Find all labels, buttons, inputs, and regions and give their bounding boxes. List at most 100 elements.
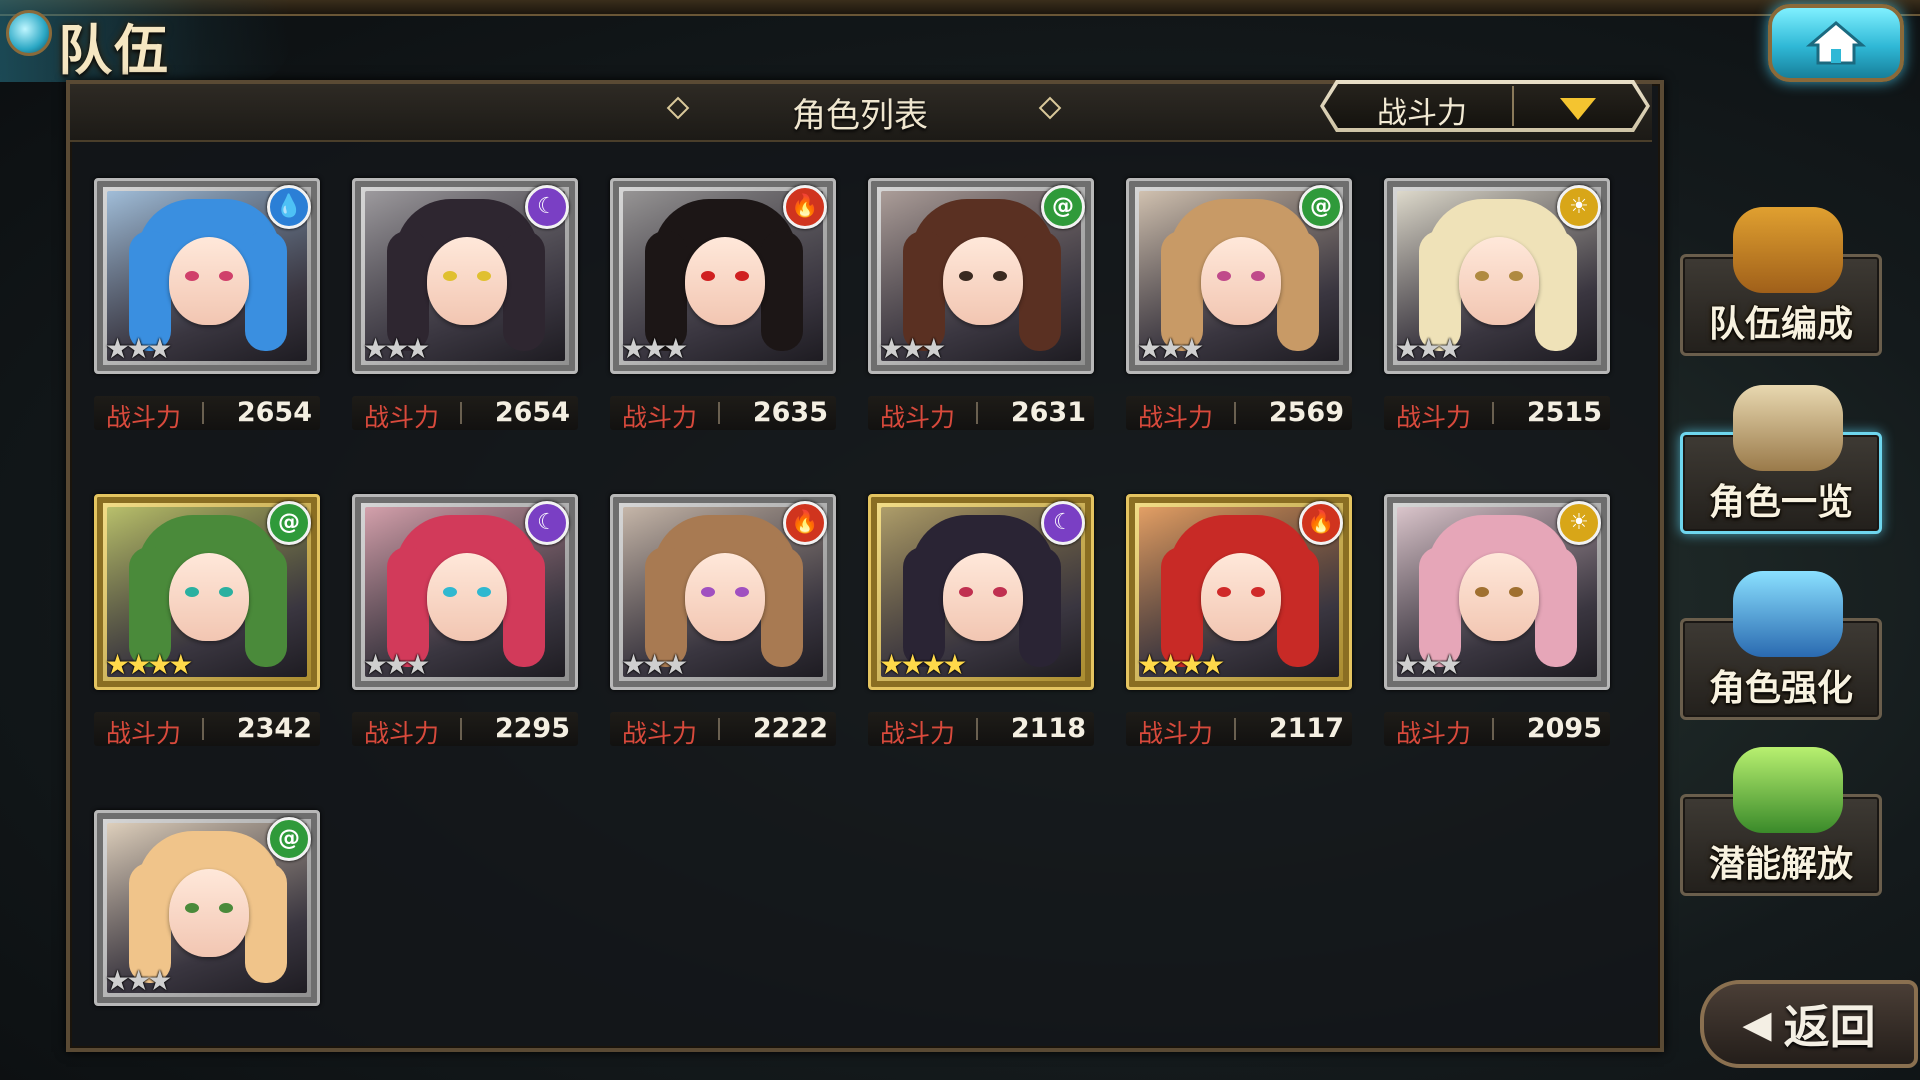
back-button-label: 返回 bbox=[1783, 1000, 1876, 1054]
character-hair bbox=[245, 547, 287, 667]
sun-icon: ☀ bbox=[1557, 185, 1601, 229]
character-portrait[interactable]: 🔥 ★★★ bbox=[610, 178, 836, 374]
power-divider bbox=[1234, 402, 1236, 424]
character-hair bbox=[1277, 547, 1319, 667]
character-eye bbox=[185, 903, 199, 913]
power-bar: 战斗力 2295 bbox=[352, 712, 578, 748]
power-value: 2654 bbox=[494, 397, 570, 428]
chevron-down-icon[interactable] bbox=[1560, 98, 1596, 120]
rarity-stars: ★★★ bbox=[363, 648, 430, 681]
character-card[interactable]: ☀ ★★★ 战斗力 2095 bbox=[1384, 494, 1610, 748]
character-hair bbox=[245, 231, 287, 351]
character-portrait[interactable]: @ ★★★★ bbox=[94, 494, 320, 690]
sidebar-item-2[interactable]: 角色一览 bbox=[1680, 385, 1882, 534]
character-eye bbox=[219, 587, 233, 597]
character-card[interactable]: ☾ ★★★ 战斗力 2295 bbox=[352, 494, 578, 748]
character-eye bbox=[1251, 587, 1265, 597]
character-eye bbox=[219, 271, 233, 281]
character-portrait[interactable]: 🔥 ★★★ bbox=[610, 494, 836, 690]
moon-icon: ☾ bbox=[525, 501, 569, 545]
back-button[interactable]: ◀ 返回 bbox=[1700, 980, 1918, 1068]
character-face bbox=[685, 237, 765, 325]
character-face bbox=[169, 869, 249, 957]
character-card[interactable]: @ ★★★ 战斗力 2569 bbox=[1126, 178, 1352, 432]
sort-divider bbox=[1512, 86, 1514, 126]
power-divider bbox=[718, 402, 720, 424]
power-bar: 战斗力 2631 bbox=[868, 396, 1094, 432]
character-card[interactable]: 💧 ★★★ 战斗力 2654 bbox=[94, 178, 320, 432]
power-divider bbox=[976, 718, 978, 740]
character-portrait[interactable]: ☾ ★★★ bbox=[352, 494, 578, 690]
character-portrait[interactable]: 🔥 ★★★★ bbox=[1126, 494, 1352, 690]
character-card[interactable]: 🔥 ★★★★ 战斗力 2117 bbox=[1126, 494, 1352, 748]
power-divider bbox=[976, 402, 978, 424]
character-eye bbox=[993, 271, 1007, 281]
character-hair bbox=[1019, 231, 1061, 351]
rarity-stars: ★★★ bbox=[621, 648, 688, 681]
power-value: 2654 bbox=[236, 397, 312, 428]
character-portrait[interactable]: @ ★★★ bbox=[868, 178, 1094, 374]
rarity-stars: ★★★ bbox=[1395, 648, 1462, 681]
rarity-stars: ★★★★ bbox=[1137, 648, 1225, 681]
rarity-stars: ★★★ bbox=[105, 964, 172, 997]
gem-orb-icon bbox=[6, 10, 52, 56]
character-hair bbox=[1535, 231, 1577, 351]
page-title: 队伍 bbox=[58, 19, 170, 82]
power-divider bbox=[460, 402, 462, 424]
character-eye bbox=[443, 271, 457, 281]
character-hair bbox=[761, 547, 803, 667]
power-bar: 战斗力 2222 bbox=[610, 712, 836, 748]
character-card[interactable]: 🔥 ★★★ 战斗力 2635 bbox=[610, 178, 836, 432]
rarity-stars: ★★★ bbox=[1395, 332, 1462, 365]
potential-orb-icon bbox=[1733, 747, 1843, 833]
power-label: 战斗力 bbox=[1138, 719, 1214, 748]
character-eye bbox=[1475, 271, 1489, 281]
character-card[interactable]: ☾ ★★★★ 战斗力 2118 bbox=[868, 494, 1094, 748]
character-face bbox=[169, 553, 249, 641]
character-card[interactable]: 🔥 ★★★ 战斗力 2222 bbox=[610, 494, 836, 748]
character-portrait[interactable]: ☀ ★★★ bbox=[1384, 494, 1610, 690]
character-face bbox=[1459, 553, 1539, 641]
flame-icon: 🔥 bbox=[783, 185, 827, 229]
power-bar: 战斗力 2569 bbox=[1126, 396, 1352, 432]
rarity-stars: ★★★ bbox=[363, 332, 430, 365]
crystal-tome-icon bbox=[1733, 571, 1843, 657]
power-value: 2222 bbox=[752, 713, 828, 744]
character-portrait[interactable]: ☀ ★★★ bbox=[1384, 178, 1610, 374]
home-button[interactable] bbox=[1768, 4, 1904, 82]
character-portrait[interactable]: @ ★★★ bbox=[94, 810, 320, 1006]
party-members-icon bbox=[1733, 207, 1843, 293]
character-card[interactable]: ☀ ★★★ 战斗力 2515 bbox=[1384, 178, 1610, 432]
character-portrait[interactable]: @ ★★★ bbox=[1126, 178, 1352, 374]
wind-swirl-icon: @ bbox=[267, 501, 311, 545]
power-divider bbox=[202, 402, 204, 424]
sidebar-item-4[interactable]: 潜能解放 bbox=[1680, 747, 1882, 896]
sidebar-item-3[interactable]: 角色强化 bbox=[1680, 571, 1882, 720]
character-card[interactable]: @ ★★★★ 战斗力 2342 bbox=[94, 494, 320, 748]
power-bar: 战斗力 2118 bbox=[868, 712, 1094, 748]
power-label: 战斗力 bbox=[880, 403, 956, 432]
character-portrait[interactable]: ☾ ★★★★ bbox=[868, 494, 1094, 690]
power-bar: 战斗力 2635 bbox=[610, 396, 836, 432]
character-card[interactable]: @ ★★★ 战斗力 2631 bbox=[868, 178, 1094, 432]
power-label: 战斗力 bbox=[622, 403, 698, 432]
sidebar-item-label: 队伍编成 bbox=[1708, 304, 1853, 345]
character-card[interactable]: ☾ ★★★ 战斗力 2654 bbox=[352, 178, 578, 432]
character-eye bbox=[959, 271, 973, 281]
character-hair bbox=[245, 863, 287, 983]
power-divider bbox=[718, 718, 720, 740]
sidebar-item-label: 角色强化 bbox=[1708, 668, 1853, 709]
wind-swirl-icon: @ bbox=[267, 817, 311, 861]
power-label: 战斗力 bbox=[364, 719, 440, 748]
character-card[interactable]: @ ★★★ bbox=[94, 810, 320, 1006]
character-hair bbox=[503, 547, 545, 667]
character-hair bbox=[1277, 231, 1319, 351]
sort-selected-label[interactable]: 战斗力 bbox=[1334, 88, 1510, 132]
character-face bbox=[1459, 237, 1539, 325]
power-value: 2342 bbox=[236, 713, 312, 744]
sidebar-item-1[interactable]: 队伍编成 bbox=[1680, 207, 1882, 356]
character-portrait[interactable]: ☾ ★★★ bbox=[352, 178, 578, 374]
character-eye bbox=[477, 271, 491, 281]
character-portrait[interactable]: 💧 ★★★ bbox=[94, 178, 320, 374]
power-label: 战斗力 bbox=[364, 403, 440, 432]
